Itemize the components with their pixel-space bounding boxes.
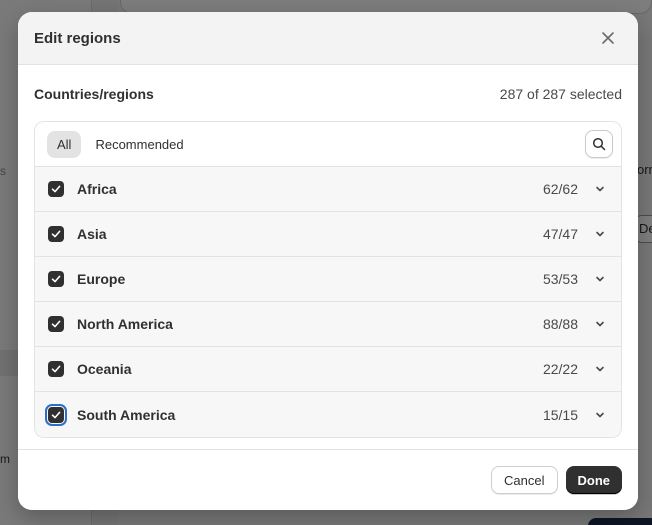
tabs: All Recommended (47, 130, 194, 158)
checkmark-icon (51, 320, 61, 328)
chevron-down-icon[interactable] (592, 316, 608, 332)
region-checkbox[interactable] (48, 226, 64, 242)
region-name: Oceania (77, 361, 132, 377)
region-count: 47/47 (542, 226, 578, 242)
tabs-bar: All Recommended (35, 122, 621, 167)
region-checkbox[interactable] (48, 316, 64, 332)
checkmark-icon (51, 275, 61, 283)
search-button[interactable] (585, 130, 613, 158)
region-row-south-america[interactable]: South America 15/15 (35, 392, 621, 437)
region-name: Asia (77, 226, 107, 242)
tab-recommended[interactable]: Recommended (85, 131, 193, 158)
modal-body: Countries/regions 287 of 287 selected Al… (18, 65, 638, 438)
region-name: South America (77, 406, 176, 423)
modal-header: Edit regions (18, 12, 638, 65)
chevron-down-icon[interactable] (592, 271, 608, 287)
search-icon (592, 137, 606, 151)
region-count: 15/15 (542, 406, 578, 423)
selected-count: 287 of 287 selected (499, 86, 622, 102)
section-header: Countries/regions 287 of 287 selected (34, 81, 622, 107)
done-button[interactable]: Done (565, 466, 622, 494)
region-name: North America (77, 316, 173, 332)
edit-regions-modal: Edit regions Countries/regions 287 of 28… (18, 12, 638, 510)
region-row-oceania[interactable]: Oceania 22/22 (35, 347, 621, 392)
checkmark-icon (51, 230, 61, 238)
region-checkbox[interactable] (48, 181, 64, 197)
region-checkbox[interactable] (48, 271, 64, 287)
region-count: 22/22 (542, 361, 578, 377)
region-name: Africa (77, 181, 117, 197)
close-icon (602, 32, 614, 44)
checkmark-icon (51, 411, 61, 418)
chevron-down-icon[interactable] (592, 181, 608, 197)
region-row-north-america[interactable]: North America 88/88 (35, 302, 621, 347)
region-row-africa[interactable]: Africa 62/62 (35, 167, 621, 212)
section-label: Countries/regions (34, 86, 154, 102)
modal-footer: Cancel Done (18, 449, 638, 510)
chevron-down-icon[interactable] (592, 226, 608, 242)
cancel-button[interactable]: Cancel (491, 466, 558, 494)
tab-all[interactable]: All (47, 130, 82, 158)
chevron-down-icon[interactable] (592, 361, 608, 377)
region-name: Europe (77, 271, 126, 287)
regions-list-card: All Recommended Africa 62/62 Asia 47/47 … (34, 121, 622, 438)
region-row-europe[interactable]: Europe 53/53 (35, 257, 621, 302)
region-row-asia[interactable]: Asia 47/47 (35, 212, 621, 257)
chevron-down-icon[interactable] (592, 407, 608, 423)
checkmark-icon (51, 185, 61, 193)
region-count: 53/53 (542, 271, 578, 287)
region-checkbox[interactable] (45, 403, 67, 426)
region-checkbox[interactable] (48, 361, 64, 377)
checkmark-icon (51, 365, 61, 373)
modal-title: Edit regions (34, 29, 121, 47)
region-count: 88/88 (542, 316, 578, 332)
region-count: 62/62 (542, 181, 578, 197)
close-button[interactable] (594, 24, 622, 52)
